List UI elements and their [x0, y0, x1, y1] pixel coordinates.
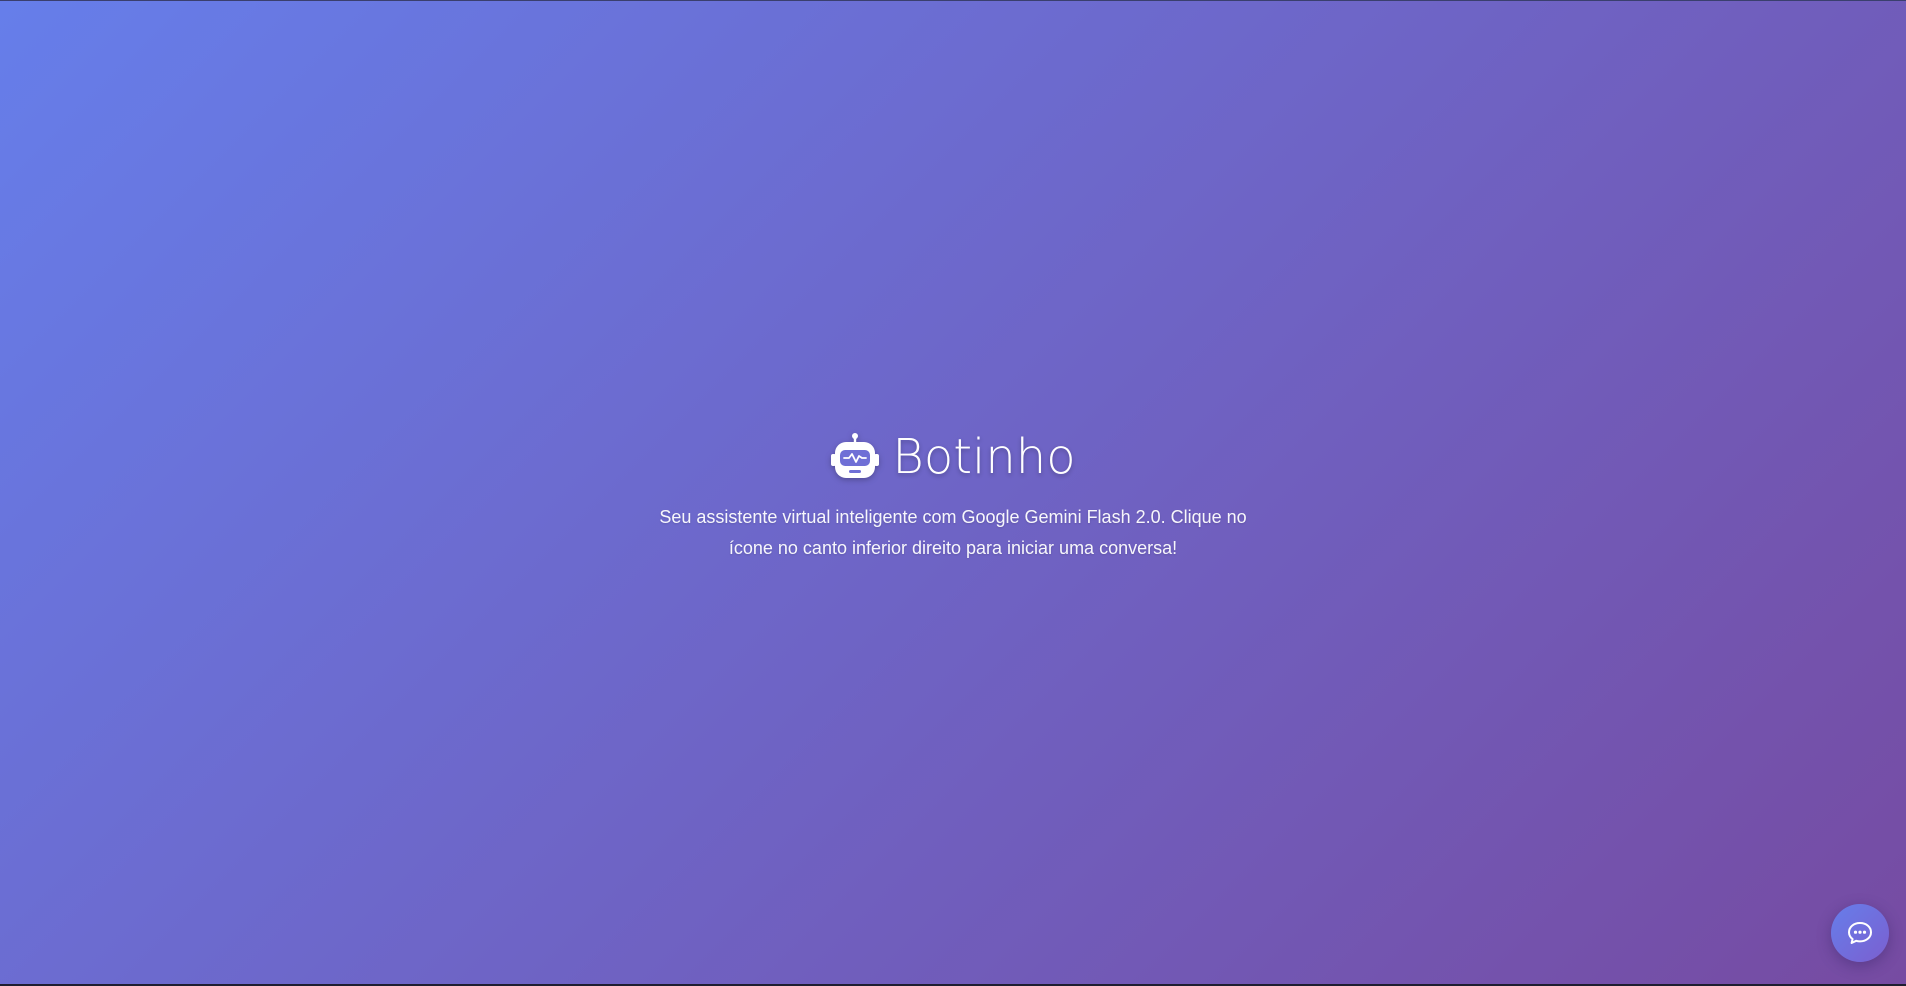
page-subtitle: Seu assistente virtual inteligente com G… [659, 507, 1247, 558]
chat-bubble-icon [1848, 922, 1872, 944]
hero-section: Botinho Seu assistente virtual inteligen… [0, 428, 1906, 582]
open-chat-button[interactable] [1831, 904, 1889, 962]
top-border [0, 0, 1906, 1]
hero-heading: Botinho [830, 428, 1076, 486]
robot-icon [831, 433, 880, 478]
page-title: Botinho [892, 429, 1076, 485]
